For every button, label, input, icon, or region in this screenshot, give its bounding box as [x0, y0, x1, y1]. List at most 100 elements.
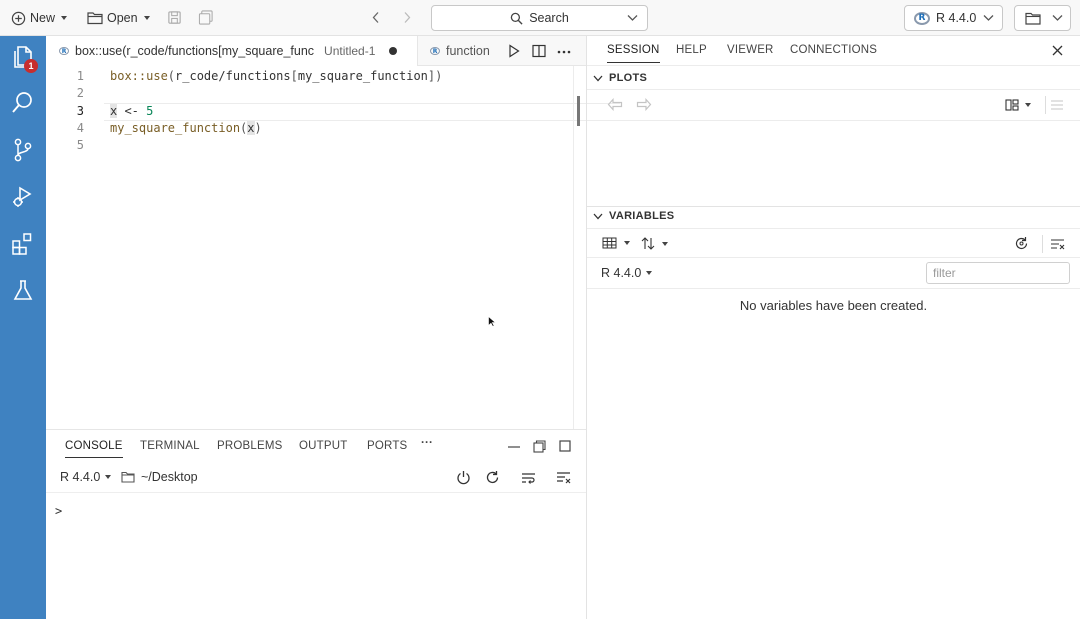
- save-all-icon[interactable]: [198, 10, 214, 25]
- console-prompt: >: [55, 504, 63, 518]
- editor-ruler: [573, 66, 574, 429]
- r-file-icon: R: [59, 47, 69, 55]
- maximize-panel-icon[interactable]: [559, 440, 571, 452]
- code-token: my_square_function: [297, 69, 428, 83]
- editor-tab-untitled-1[interactable]: R box::use(r_code/functions[my_square_fu…: [46, 36, 418, 66]
- power-icon[interactable]: [456, 470, 471, 485]
- folder-open-icon: [87, 12, 103, 25]
- tab-terminal[interactable]: TERMINAL: [140, 440, 200, 452]
- tab-viewer[interactable]: VIEWER: [727, 44, 774, 56]
- command-search-box[interactable]: Search: [431, 5, 648, 31]
- new-button-label: New: [30, 11, 56, 25]
- line-number: 2: [76, 86, 84, 100]
- clear-variables-icon[interactable]: [1050, 238, 1065, 250]
- more-actions-icon[interactable]: [557, 50, 571, 54]
- code-token: x: [247, 121, 255, 135]
- editor-scrollbar[interactable]: [577, 96, 580, 126]
- line-number: 5: [76, 138, 84, 152]
- save-icon[interactable]: [167, 10, 182, 25]
- variables-session-label: R 4.4.0: [601, 266, 642, 280]
- tab-console[interactable]: CONSOLE: [65, 440, 123, 458]
- variables-filter-input[interactable]: [926, 262, 1070, 284]
- tab-help[interactable]: HELP: [676, 44, 707, 56]
- variables-empty-message: No variables have been created.: [739, 298, 928, 313]
- tab-label: function: [446, 44, 490, 58]
- explorer-badge: 1: [24, 59, 38, 73]
- sort-icon: [641, 237, 655, 250]
- code-line-4: my_square_function(x): [110, 121, 262, 135]
- run-file-icon[interactable]: [508, 44, 520, 58]
- code-editor[interactable]: 1 2 3 4 5 box::use(r_code/functions[my_s…: [46, 66, 620, 429]
- extensions-icon[interactable]: [10, 231, 36, 257]
- interpreter-label: R 4.4.0: [936, 11, 977, 25]
- grouping-button[interactable]: [602, 237, 630, 249]
- code-token: r_code/functions: [175, 69, 291, 83]
- word-wrap-icon[interactable]: [521, 470, 536, 485]
- search-icon[interactable]: [10, 90, 36, 116]
- line-number-current: 3: [76, 104, 84, 118]
- console-output[interactable]: >: [46, 493, 586, 619]
- chevron-down-icon: [983, 15, 994, 21]
- variables-filter-bar: R 4.4.0: [587, 258, 1080, 289]
- testing-icon[interactable]: [10, 278, 36, 304]
- unsaved-dot-icon[interactable]: [389, 47, 398, 55]
- tab-problems[interactable]: PROBLEMS: [217, 440, 283, 452]
- split-editor-icon[interactable]: [532, 44, 546, 58]
- plots-section-header[interactable]: PLOTS: [587, 67, 1080, 89]
- console-toolbar: R 4.4.0 ~/Desktop: [46, 463, 586, 493]
- console-session-label: R 4.4.0: [60, 470, 101, 484]
- nav-back-icon[interactable]: [371, 11, 381, 24]
- plots-title: PLOTS: [609, 72, 648, 84]
- chevron-down-icon: [593, 213, 603, 219]
- refresh-icon[interactable]: [1014, 236, 1029, 251]
- plus-circle-icon: [11, 11, 26, 25]
- tab-connections[interactable]: CONNECTIONS: [790, 44, 877, 56]
- chevron-down-icon: [624, 241, 630, 245]
- clear-console-icon[interactable]: [556, 471, 571, 484]
- tab-ports[interactable]: PORTS: [367, 440, 407, 452]
- run-debug-icon[interactable]: [10, 184, 36, 210]
- code-line-3: x <- 5: [110, 104, 153, 118]
- layout-icon: [1005, 99, 1019, 111]
- more-tabs-button[interactable]: ···: [421, 437, 433, 449]
- interpreter-selector[interactable]: R R 4.4.0: [904, 5, 1003, 31]
- workspace-folder-button[interactable]: [1014, 5, 1071, 31]
- code-token: ): [435, 69, 443, 83]
- variables-toolbar: [587, 228, 1080, 258]
- tab-label: box::use(r_code/functions[my_square_func: [75, 44, 315, 58]
- open-button[interactable]: Open: [87, 7, 150, 29]
- working-directory[interactable]: ~/Desktop: [121, 470, 198, 484]
- auxiliary-tab-bar: SESSION HELP VIEWER CONNECTIONS: [587, 36, 1080, 66]
- close-icon[interactable]: [1052, 45, 1063, 56]
- restart-icon[interactable]: [485, 470, 500, 485]
- tab-session[interactable]: SESSION: [607, 44, 660, 63]
- console-session-selector[interactable]: R 4.4.0: [60, 470, 112, 484]
- folder-icon: [1025, 12, 1041, 25]
- search-icon: [510, 12, 523, 25]
- chevron-down-icon: [593, 75, 603, 81]
- source-control-icon[interactable]: [10, 137, 36, 163]
- chevron-down-icon: [143, 16, 150, 20]
- clear-plots-icon[interactable]: [1050, 99, 1064, 111]
- nav-forward-icon[interactable]: [402, 11, 412, 24]
- plot-layout-button[interactable]: [1005, 99, 1031, 111]
- chevron-down-icon: [61, 16, 68, 20]
- previous-plot-icon[interactable]: [607, 98, 623, 111]
- chevron-down-icon: [627, 15, 638, 21]
- grid-icon: [602, 237, 617, 249]
- next-plot-icon[interactable]: [636, 98, 652, 111]
- editor-tab-bar: R box::use(r_code/functions[my_square_fu…: [46, 36, 586, 66]
- new-button[interactable]: New: [11, 7, 68, 29]
- sort-button[interactable]: [641, 237, 668, 250]
- tab-output[interactable]: OUTPUT: [299, 440, 347, 452]
- line-number: 1: [76, 69, 84, 83]
- minimize-panel-icon[interactable]: [508, 446, 520, 448]
- restore-panel-icon[interactable]: [533, 440, 546, 453]
- variables-session-selector[interactable]: R 4.4.0: [601, 266, 653, 280]
- editor-tab-functions[interactable]: R function: [418, 36, 498, 66]
- chevron-down-icon: [105, 475, 112, 479]
- code-token: box::use: [110, 69, 168, 83]
- variables-section-header[interactable]: VARIABLES: [587, 205, 1080, 227]
- working-directory-label: ~/Desktop: [141, 470, 198, 484]
- open-button-label: Open: [107, 11, 138, 25]
